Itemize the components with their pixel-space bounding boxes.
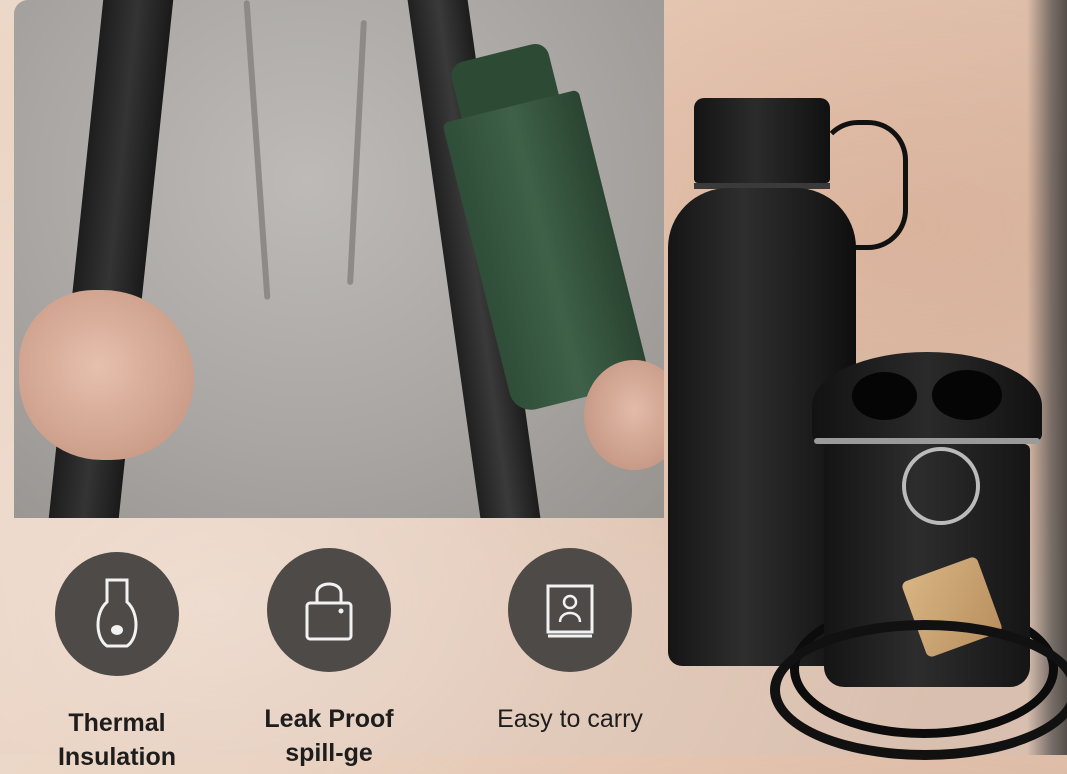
feature-label: Thermal Insulation: [57, 709, 177, 771]
padlock-icon-circle: [267, 548, 391, 672]
thermos-icon-circle: [55, 552, 179, 676]
key-ring: [902, 447, 980, 525]
feature-leak-proof: Leak Proof spill-ge: [234, 548, 424, 770]
feature-label: Leak Proof spill-ge: [264, 705, 394, 767]
thermos-icon: [96, 578, 138, 648]
feature-label: Easy to carry: [497, 705, 643, 733]
padlock-icon: [305, 582, 353, 641]
carry-card-icon-circle: [508, 548, 632, 672]
carry-card-icon: [546, 584, 594, 638]
feature-thermal-insulation: Thermal Insulation: [22, 552, 212, 774]
lifestyle-photo: [14, 0, 664, 518]
feature-easy-to-carry: Easy to carry: [470, 548, 670, 736]
rope-coil-outer: [770, 620, 1067, 760]
